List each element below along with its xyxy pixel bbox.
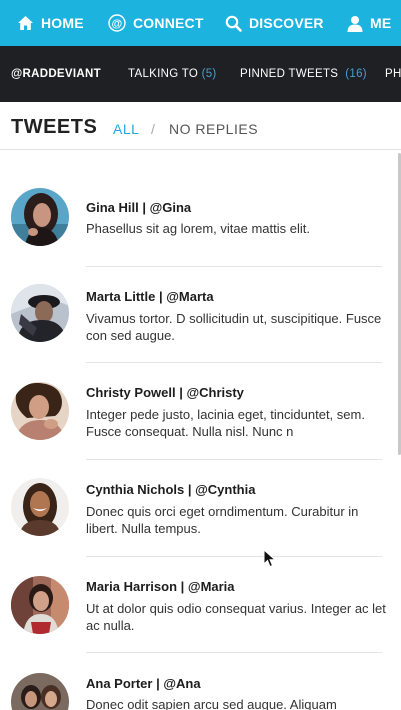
nav-home-label: HOME [41,15,84,31]
tweets-header: TWEETS ALL / NO REPLIES [0,102,401,150]
tweet-text: Donec odit sapien arcu sed augue. Aliqua… [86,697,337,710]
tweet-author[interactable]: Ana Porter | @Ana [86,676,201,691]
subnav-talking-count: (5) [201,68,217,80]
filter-separator: / [151,121,155,137]
avatar [11,576,69,634]
filter-no-replies-tab[interactable]: NO REPLIES [169,121,258,137]
tweet-text: Phasellus sit ag lorem, vitae mattis eli… [86,221,310,236]
nav-connect-label: CONNECT [133,15,204,31]
nav-me[interactable]: ME [347,0,391,46]
svg-text:@: @ [112,18,123,30]
tweet-author[interactable]: Gina Hill | @Gina [86,200,191,215]
tweet-item[interactable]: Maria Harrison | @Maria Ut at dolor quis… [0,557,395,653]
tweet-item[interactable]: Marta Little | @Marta Vivamus tortor. D … [0,267,395,363]
subnav-handle[interactable]: @RADDEVIANT [11,46,101,102]
nav-discover[interactable]: DISCOVER [225,0,324,46]
tweet-feed: Gina Hill | @Gina Phasellus sit ag lorem… [0,150,401,710]
at-sign-icon: @ [108,14,126,32]
tweet-author[interactable]: Maria Harrison | @Maria [86,579,235,594]
filter-all-tab[interactable]: ALL [113,121,139,137]
tweet-item[interactable]: Cynthia Nichols | @Cynthia Donec quis or… [0,460,395,557]
subnav-more-item[interactable]: PH [385,46,401,102]
tweet-author[interactable]: Christy Powell | @Christy [86,385,244,400]
avatar [11,188,69,246]
search-icon [225,15,242,32]
mouse-cursor-icon [263,548,277,574]
tweet-text: Vivamus tortor. D sollicitudin ut, susci… [86,311,382,343]
home-icon [17,15,34,31]
tweet-item[interactable]: Ana Porter | @Ana Donec odit sapien arcu… [0,653,395,710]
sub-nav: @RADDEVIANT TALKING TO (5) PINNED TWEETS… [0,46,401,102]
tweet-text: Integer pede justo, lacinia eget, tincid… [86,407,365,439]
subnav-pinned-label: PINNED TWEETS [240,68,339,80]
subnav-talking-label: TALKING TO [128,68,199,80]
tweet-author[interactable]: Marta Little | @Marta [86,289,214,304]
subnav-pinned-tweets[interactable]: PINNED TWEETS (16) [240,46,367,102]
nav-connect[interactable]: @ CONNECT [108,0,204,46]
tweet-item[interactable]: Christy Powell | @Christy Integer pede j… [0,363,395,460]
tweet-author[interactable]: Cynthia Nichols | @Cynthia [86,482,255,497]
avatar [11,382,69,440]
tweet-text: Donec quis orci eget orndimentum. Curabi… [86,504,359,536]
subnav-talking-to[interactable]: TALKING TO (5) [128,46,217,102]
nav-discover-label: DISCOVER [249,15,324,31]
tweet-item[interactable]: Gina Hill | @Gina Phasellus sit ag lorem… [0,150,395,267]
avatar [11,478,69,536]
subnav-pinned-count: (16) [345,68,367,80]
page-title: TWEETS [11,116,98,138]
avatar [11,284,69,342]
tweet-text: Ut at dolor quis odio consequat varius. … [86,601,386,633]
nav-me-label: ME [370,15,392,31]
top-nav: HOME @ CONNECT DISCOVER ME [0,0,401,46]
avatar [11,673,69,710]
person-icon [347,15,363,32]
nav-home[interactable]: HOME [17,0,84,46]
